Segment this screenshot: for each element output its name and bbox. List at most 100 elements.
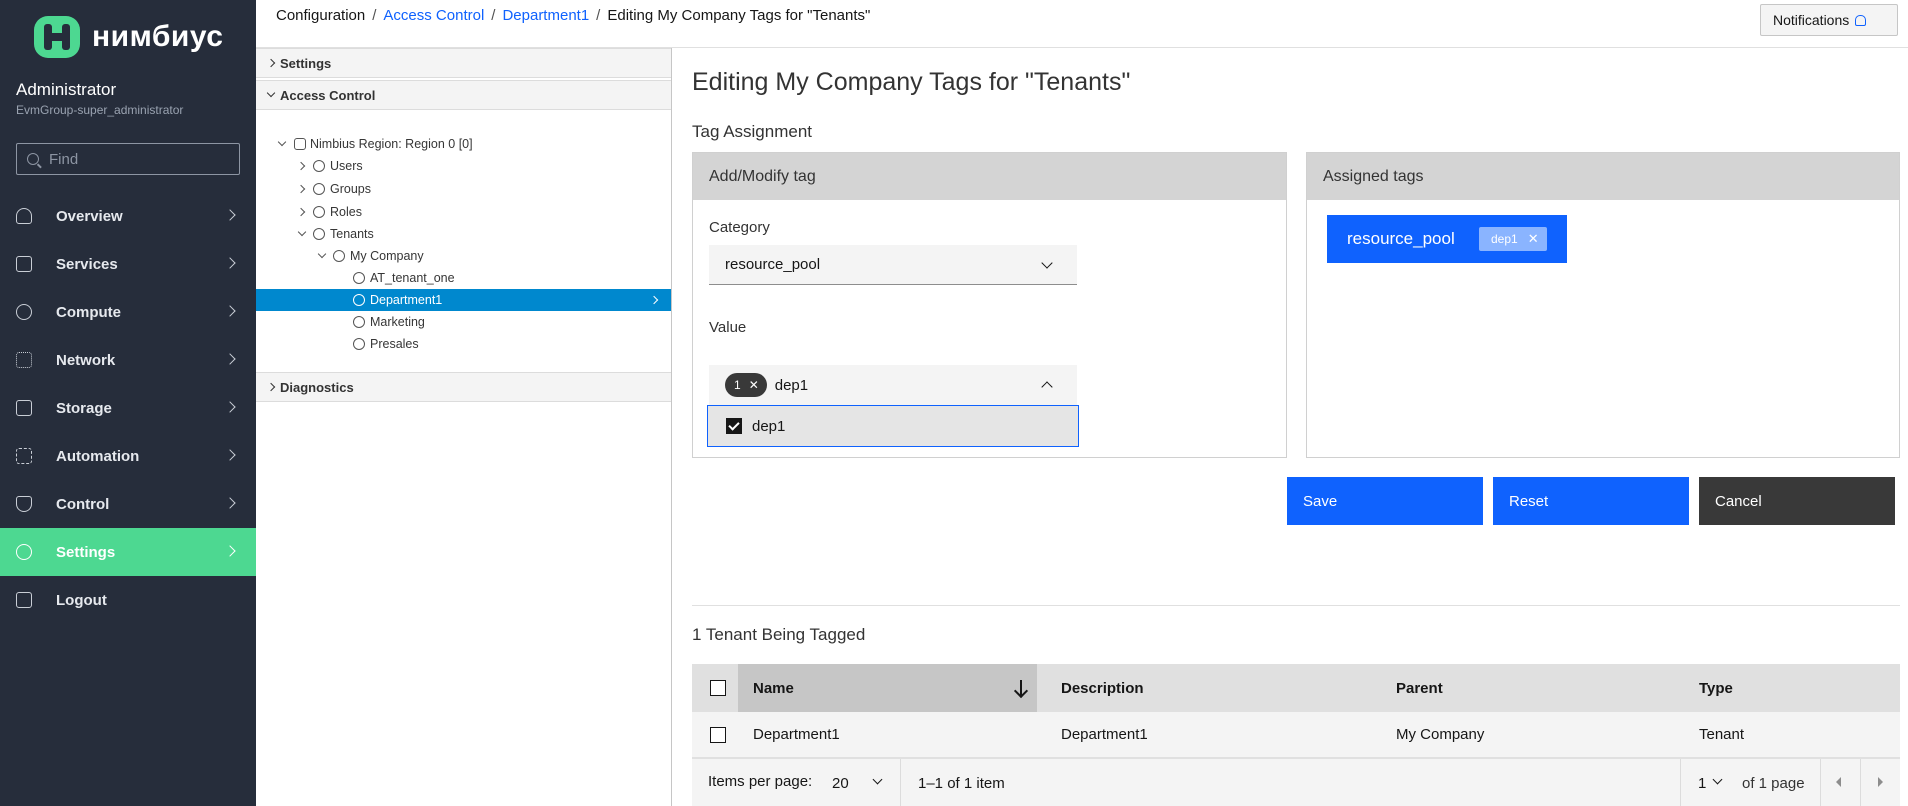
nav-item-services[interactable]: Services [0, 240, 256, 288]
chevron-right-icon [296, 184, 306, 194]
nav-item-settings[interactable]: Settings [0, 528, 256, 576]
nav-item-label: Network [56, 351, 116, 369]
column-header-parent[interactable]: Parent [1396, 680, 1443, 697]
logout-icon [16, 592, 32, 608]
tree-node-groups[interactable]: Groups [256, 178, 671, 200]
gear-icon [16, 544, 32, 560]
previous-page-icon[interactable] [1836, 777, 1841, 787]
breadcrumb-link-access-control[interactable]: Access Control [383, 7, 484, 24]
pager-divider [1680, 759, 1681, 806]
accordion-diagnostics[interactable]: Diagnostics [256, 372, 671, 402]
tree-node-users[interactable]: Users [256, 155, 671, 177]
chevron-down-icon[interactable] [1712, 774, 1723, 785]
pager-divider [900, 759, 901, 806]
table-row[interactable]: Department1 Department1 My Company Tenan… [692, 712, 1900, 758]
chevron-down-icon[interactable] [872, 774, 883, 785]
page-count: of 1 page [1742, 775, 1805, 792]
tree-node-region[interactable]: Nimbius Region: Region 0 [0] [256, 133, 671, 155]
cell-name: Department1 [753, 726, 840, 743]
main-navigation: нимбиус Administrator EvmGroup-super_adm… [0, 0, 256, 806]
breadcrumb-link-department1[interactable]: Department1 [502, 7, 589, 24]
tree-node-department1[interactable]: Department1 [256, 289, 671, 311]
column-header-type[interactable]: Type [1699, 680, 1733, 697]
save-button[interactable]: Save [1287, 477, 1483, 525]
chevron-down-icon [1041, 257, 1053, 269]
chip-icon [16, 304, 32, 320]
accordion-label: Diagnostics [280, 379, 354, 395]
tenant-icon [333, 250, 345, 262]
logo[interactable]: нимбиус [34, 16, 223, 58]
nav-item-storage[interactable]: Storage [0, 384, 256, 432]
tree-node-label: Marketing [370, 315, 425, 329]
tree-node-at-tenant-one[interactable]: AT_tenant_one [256, 267, 671, 289]
sort-descending-icon[interactable] [1020, 680, 1022, 696]
tenant-icon [353, 294, 365, 306]
assigned-tag-group: resource_pool dep1 ✕ [1327, 215, 1567, 263]
find-input[interactable] [49, 150, 229, 168]
nav-item-label: Compute [56, 303, 121, 321]
column-header-description[interactable]: Description [1061, 680, 1144, 697]
chevron-right-icon [224, 209, 236, 221]
chevron-right-icon [266, 382, 276, 392]
reset-button[interactable]: Reset [1493, 477, 1689, 525]
nav-item-control[interactable]: Control [0, 480, 256, 528]
user-icon [313, 206, 325, 218]
user-name: Administrator [16, 80, 117, 99]
table-title: 1 Tenant Being Tagged [692, 625, 866, 644]
tenant-icon [353, 338, 365, 350]
chevron-right-icon [266, 58, 276, 68]
checkbox-checked-icon[interactable] [726, 418, 742, 434]
tree-node-my-company[interactable]: My Company [256, 245, 671, 267]
nav-item-automation[interactable]: Automation [0, 432, 256, 480]
tagged-items-table: Name Description Parent Type Department1… [692, 664, 1900, 758]
category-label: Category [709, 219, 770, 236]
nav-item-compute[interactable]: Compute [0, 288, 256, 336]
briefcase-icon [16, 256, 32, 272]
tree-node-roles[interactable]: Roles [256, 201, 671, 223]
nav-item-overview[interactable]: Overview [0, 192, 256, 240]
accordion-access-control[interactable]: Access Control [256, 80, 671, 110]
notifications-button[interactable]: Notifications [1760, 4, 1898, 36]
tree-node-label: Presales [370, 337, 419, 351]
chevron-right-icon [224, 497, 236, 509]
nav-item-label: Automation [56, 447, 140, 465]
tree-node-tenants[interactable]: Tenants [256, 223, 671, 245]
chevron-right-icon [224, 305, 236, 317]
automation-icon [16, 448, 32, 464]
category-dropdown[interactable]: resource_pool [709, 245, 1077, 285]
nav-item-logout[interactable]: Logout [0, 576, 256, 624]
nav-item-network[interactable]: Network [0, 336, 256, 384]
find-field[interactable] [16, 143, 240, 175]
assigned-tag-value: dep1 [1491, 232, 1518, 246]
logo-mark-icon [34, 16, 80, 58]
cancel-button[interactable]: Cancel [1699, 477, 1895, 525]
users-icon [313, 183, 325, 195]
select-all-checkbox[interactable] [710, 680, 726, 696]
next-page-icon[interactable] [1878, 777, 1883, 787]
selected-count: 1 [734, 378, 741, 392]
tree-node-label: My Company [350, 249, 424, 263]
tree-node-label: Groups [330, 182, 371, 196]
accordion-settings[interactable]: Settings [256, 48, 671, 78]
row-checkbox[interactable] [710, 726, 726, 743]
items-per-page-select[interactable]: 20 [832, 775, 849, 792]
remove-tag-icon[interactable]: ✕ [1528, 231, 1539, 247]
selected-count-tag[interactable]: 1 ✕ [725, 373, 767, 397]
breadcrumb-item-configuration: Configuration [276, 7, 366, 24]
breadcrumb: Configuration / Access Control / Department1… [276, 7, 870, 24]
tree-node-label: Department1 [370, 293, 443, 307]
clear-selection-icon[interactable]: ✕ [749, 378, 759, 392]
tree-node-marketing[interactable]: Marketing [256, 311, 671, 333]
user-group: EvmGroup-super_administrator [16, 103, 184, 117]
chevron-down-icon [297, 227, 307, 237]
nav-item-label: Logout [56, 591, 107, 609]
chevron-right-icon [224, 353, 236, 365]
tree-node-presales[interactable]: Presales [256, 333, 671, 355]
value-multiselect[interactable]: 1 ✕ dep1 [709, 365, 1077, 405]
database-icon [16, 400, 32, 416]
cell-type: Tenant [1699, 726, 1745, 743]
chevron-right-icon [224, 257, 236, 269]
page-select[interactable]: 1 [1698, 775, 1706, 792]
value-option-dep1[interactable]: dep1 [707, 405, 1079, 447]
column-header-name[interactable]: Name [753, 680, 794, 697]
